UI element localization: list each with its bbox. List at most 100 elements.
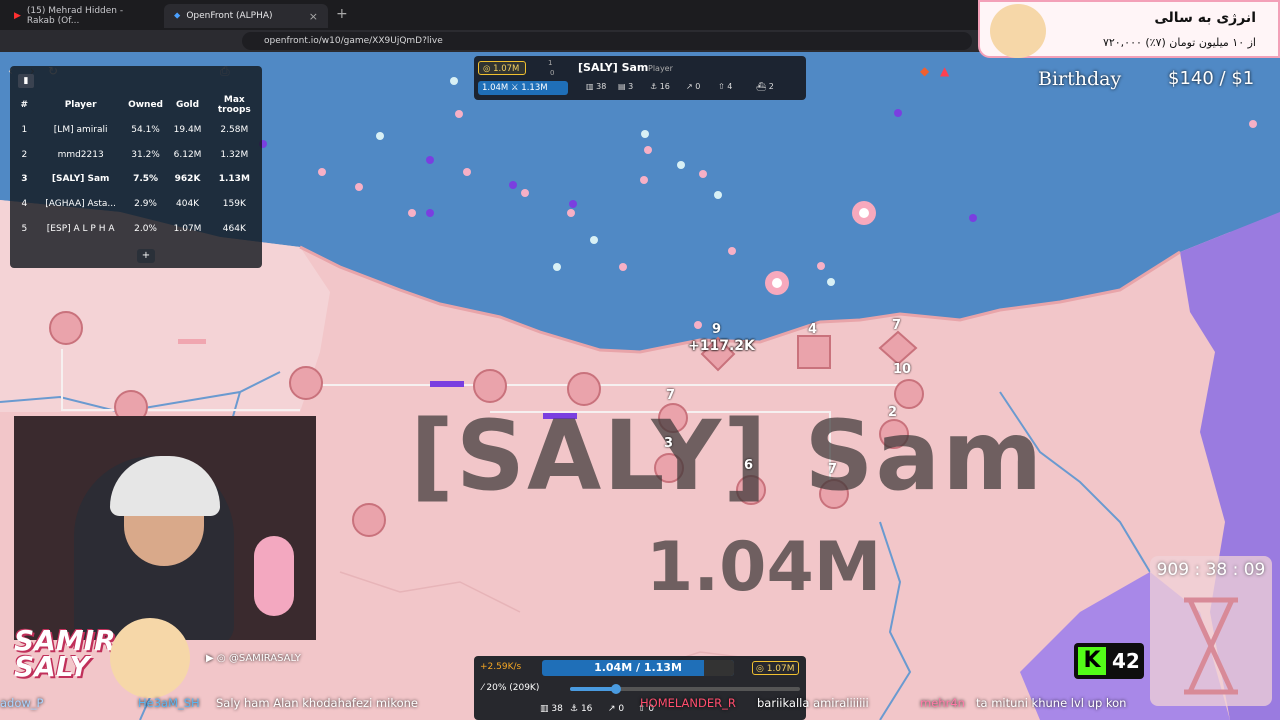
gold-display: ◎ 1.07M <box>752 661 799 675</box>
player: [LM] amirali <box>53 125 108 136</box>
mascot-avatar <box>110 618 190 698</box>
player-name: [SALY] Sam <box>578 61 649 74</box>
webcam-feed <box>14 416 316 640</box>
tab-label: (15) Mehrad Hidden - Rakab (Of... <box>26 6 124 26</box>
missile-count: 0 <box>695 82 701 91</box>
viewer-count: 42 <box>1112 649 1140 673</box>
hourglass-icon <box>1184 597 1238 695</box>
alliance-count: 1 <box>548 59 553 67</box>
stream-chat: adow_P He3aM_SH Saly ham Alan khodahafez… <box>0 694 1280 714</box>
unit-number: 3 <box>664 436 674 451</box>
gold-badge: ◎ 1.07M <box>478 61 526 75</box>
max-troops: 2.58M <box>220 125 249 136</box>
troops-badge: 1.04M ⚔ 1.13M <box>478 81 568 95</box>
alliance-count: 0 <box>550 69 555 77</box>
owned: 31.2% <box>131 149 160 160</box>
player: [AGHAA] Asta... <box>45 199 116 210</box>
unit-number: 10 <box>893 362 912 377</box>
map-player-troops: 1.04M <box>646 528 882 607</box>
player: mmd2213 <box>57 149 104 160</box>
rank: 4 <box>21 199 28 210</box>
gold: 19.4M <box>173 125 202 136</box>
troop-bar: 1.04M / 1.13M <box>542 660 734 676</box>
unit-number: 2 <box>888 405 898 420</box>
leaderboard-row[interactable]: 5 [ESP] A L P H A 2.0% 1.07M 464K <box>10 216 262 241</box>
gold-value: 1.07M <box>766 664 795 674</box>
warship-icon: ⛴ 2 <box>756 82 774 91</box>
gold: 6.12M <box>173 149 202 160</box>
chat-user: He3aM_SH <box>138 696 200 710</box>
max-troops-value: 1.13M <box>521 83 548 93</box>
leaderboard-header: # Player Owned Gold Max troops <box>10 92 262 118</box>
chart-icon[interactable]: ▮ <box>18 74 34 88</box>
rank: 3 <box>21 174 28 185</box>
instagram-icon: ◎ <box>216 653 226 664</box>
unit-number: 6 <box>744 458 754 473</box>
troops-icon: ⚔ <box>510 83 519 93</box>
missile-icon: ↗ 0 <box>686 82 701 91</box>
unit-number: 7 <box>828 462 838 477</box>
unit-number: 7 <box>666 388 676 403</box>
col-rank: # <box>20 100 29 110</box>
screen: [SALY] Sam 1.04M +117.2K 9 4 7 10 2 7 3 … <box>0 0 1280 720</box>
player: [SALY] Sam <box>51 174 110 185</box>
close-tab-icon[interactable]: × <box>309 10 318 23</box>
brave-shield-icon[interactable]: ◆ <box>920 64 929 78</box>
leaderboard-row[interactable]: 2 mmd2213 31.2% 6.12M 1.32M <box>10 143 262 168</box>
new-tab-button[interactable]: + <box>336 6 348 22</box>
unit-number: 9 <box>712 322 722 337</box>
owned: 2.9% <box>134 199 157 210</box>
col-owned[interactable]: Owned <box>123 100 169 110</box>
avatar <box>990 4 1046 58</box>
openfront-icon: ⬥ <box>174 11 181 21</box>
unit-number: 7 <box>892 318 902 333</box>
youtube-icon: ▶ <box>14 11 21 21</box>
col-gold[interactable]: Gold <box>168 100 206 110</box>
chat-message: bariikalla amiraliiiiii <box>757 696 869 710</box>
rank: 1 <box>21 125 28 136</box>
max-troops: 159K <box>222 199 246 210</box>
port-icon: ⚓ 16 <box>650 82 670 91</box>
url-input[interactable]: openfront.io/w10/game/XX9UjQmD?live <box>242 32 972 50</box>
timer-text: 909 : 38 : 09 <box>1156 560 1266 580</box>
rank: 2 <box>21 149 28 160</box>
tab-label: OpenFront (ALPHA) <box>186 11 273 21</box>
expand-leaderboard-button[interactable]: + <box>137 249 155 263</box>
floating-gain: +117.2K <box>688 338 755 354</box>
col-max-troops[interactable]: Max troops <box>207 95 262 115</box>
tab-youtube[interactable]: ▶ (15) Mehrad Hidden - Rakab (Of... <box>4 4 160 28</box>
leaderboard-row[interactable]: 1 [LM] amirali 54.1% 19.4M 2.58M <box>10 118 262 143</box>
cities-icon: ▥ 38 <box>586 82 607 91</box>
tab-openfront[interactable]: ⬥ OpenFront (ALPHA) × <box>164 4 328 28</box>
rank: 5 <box>21 223 28 234</box>
cities-count: 38 <box>596 82 607 91</box>
chat-user: HOMELANDER_R <box>640 696 736 710</box>
attack-ratio-label: ⁄ 20% (209K) <box>482 683 540 693</box>
troops-value: 1.04M <box>482 83 509 93</box>
player-info-panel: ◎ 1.07M 1.04M ⚔ 1.13M 1 0 [SALY] Sam Pla… <box>474 56 806 100</box>
gold: 404K <box>176 199 200 210</box>
owned: 7.5% <box>133 174 159 185</box>
leaderboard-row-self[interactable]: 3 [SALY] Sam 7.5% 962K 1.13M <box>10 167 262 192</box>
player-type: Player <box>648 64 673 73</box>
youtube-icon: ▶ <box>206 653 214 664</box>
gold: 962K <box>174 174 201 185</box>
gold-value: 1.07M <box>493 64 520 74</box>
chat-message: ta mituni khune lvl up kon <box>976 696 1127 710</box>
social-text: @SAMIRASALY <box>228 653 301 664</box>
owned: 54.1% <box>131 125 160 136</box>
donation-title: انرژی به سالی <box>1154 10 1256 26</box>
col-player: Player <box>64 100 97 110</box>
silo-icon: ⇧ 4 <box>718 82 733 91</box>
leaderboard-row[interactable]: 4 [AGHAA] Asta... 2.9% 404K 159K <box>10 192 262 217</box>
max-troops: 1.32M <box>220 149 249 160</box>
slider-fill <box>570 687 616 691</box>
rewards-icon[interactable]: ▲ <box>940 64 949 78</box>
chat-user: mehr4n <box>920 696 965 710</box>
troop-rate: +2.59K/s <box>480 662 522 672</box>
subathon-timer: 909 : 38 : 09 <box>1150 556 1272 706</box>
slider-knob[interactable] <box>611 684 621 694</box>
price-text: $140 / $1 <box>1168 68 1255 89</box>
donation-amount: ۷۲۰,۰۰۰ از ۱۰ میلیون تومان (۷٪) <box>1102 36 1256 49</box>
attack-ratio-slider[interactable] <box>570 684 800 694</box>
